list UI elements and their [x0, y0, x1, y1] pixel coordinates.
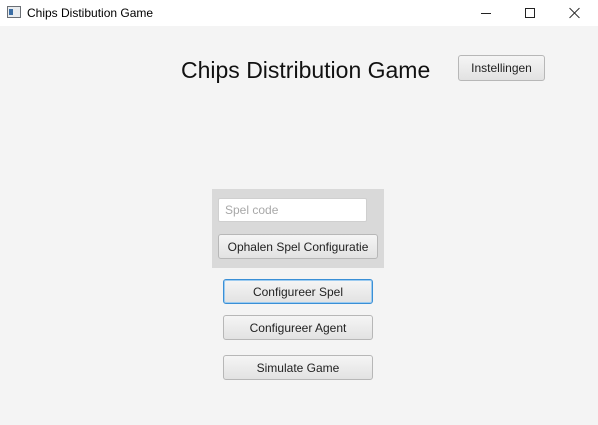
app-window: Chips Distibution Game Chips Distributio…	[0, 0, 598, 425]
close-icon	[569, 7, 581, 19]
game-code-input[interactable]	[218, 198, 367, 222]
minimize-button[interactable]	[463, 0, 509, 26]
window-title: Chips Distibution Game	[27, 6, 154, 20]
title-bar[interactable]: Chips Distibution Game	[0, 0, 598, 26]
close-button[interactable]	[552, 0, 598, 26]
configure-agent-button[interactable]: Configureer Agent	[223, 315, 373, 340]
settings-button[interactable]: Instellingen	[458, 55, 545, 81]
app-window-icon	[7, 6, 21, 18]
maximize-button[interactable]	[507, 0, 553, 26]
page-title: Chips Distribution Game	[181, 57, 431, 83]
maximize-icon	[525, 8, 535, 18]
fetch-config-button[interactable]: Ophalen Spel Configuratie	[218, 234, 378, 259]
minimize-icon	[481, 12, 491, 14]
simulate-game-button[interactable]: Simulate Game	[223, 355, 373, 380]
configure-game-button[interactable]: Configureer Spel	[223, 279, 373, 304]
